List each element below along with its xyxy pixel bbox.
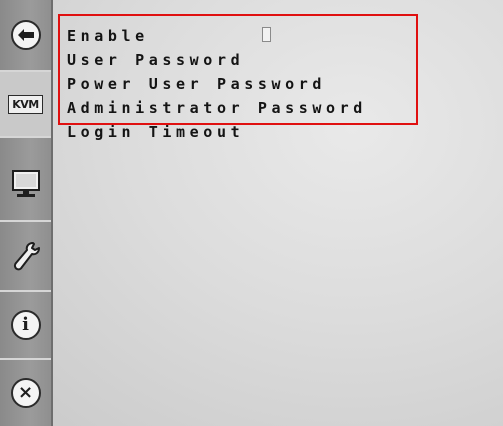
close-icon: × bbox=[10, 378, 41, 408]
info-button[interactable]: i bbox=[0, 292, 51, 360]
back-button[interactable] bbox=[0, 0, 51, 72]
close-button[interactable]: × bbox=[0, 360, 51, 426]
monitor-button[interactable] bbox=[0, 148, 51, 222]
wrench-icon bbox=[13, 242, 40, 271]
kvm-button[interactable]: KVM bbox=[0, 72, 51, 138]
tools-button[interactable] bbox=[0, 222, 51, 292]
highlight-annotation-box bbox=[58, 14, 418, 125]
kvm-settings-screen: KVM i × Enable User Password Power User … bbox=[0, 0, 503, 426]
kvm-icon: KVM bbox=[8, 94, 43, 114]
monitor-icon bbox=[11, 170, 40, 197]
sidebar: KVM i × bbox=[0, 0, 53, 426]
info-icon: i bbox=[10, 310, 41, 340]
info-glyph: i bbox=[22, 314, 29, 335]
back-arrow-icon bbox=[10, 20, 41, 50]
close-glyph: × bbox=[17, 382, 34, 403]
